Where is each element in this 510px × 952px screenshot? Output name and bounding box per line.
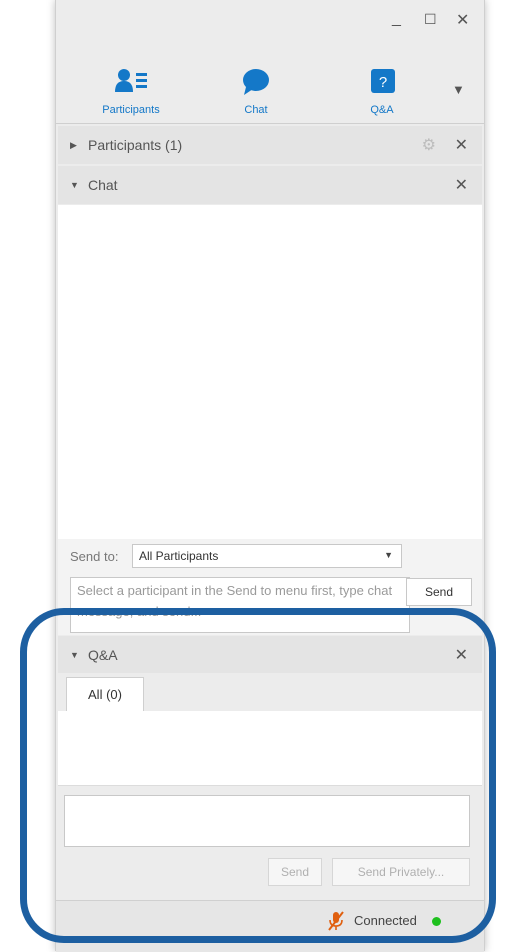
qa-tab-row: All (0) [58, 673, 482, 712]
webex-panel-window: _ ☐ ✕ Participants Chat ? Q&A ▼ ▶ Partic… [55, 0, 485, 952]
close-window-button[interactable]: ✕ [456, 10, 469, 30]
muted-microphone-icon[interactable] [328, 911, 344, 936]
send-to-label: Send to: [70, 549, 119, 564]
qa-section-title: Q&A [88, 647, 118, 663]
panel-options-dropdown-icon[interactable]: ▼ [452, 82, 465, 97]
question-icon: ? [370, 68, 396, 99]
tab-participants[interactable]: Participants [91, 60, 171, 122]
connection-status-text: Connected [354, 913, 417, 928]
status-bar: Connected [56, 900, 484, 952]
connected-status-dot [432, 917, 441, 926]
participants-icon [115, 68, 151, 99]
chat-section-header[interactable]: ▼ Chat ✕ [58, 166, 482, 204]
tab-chat[interactable]: Chat [216, 60, 296, 122]
gear-icon[interactable]: ⚙ [422, 135, 436, 155]
participants-section-header[interactable]: ▶ Participants (1) ⚙ ✕ [58, 126, 482, 164]
panel-tab-bar: Participants Chat ? Q&A ▼ [56, 60, 484, 122]
chat-send-button[interactable]: Send [406, 578, 472, 606]
maximize-button[interactable]: ☐ [424, 11, 437, 28]
qa-tab-all[interactable]: All (0) [66, 677, 144, 712]
expand-down-icon: ▼ [70, 650, 79, 660]
qa-send-button[interactable]: Send [268, 858, 322, 886]
chevron-down-icon: ▼ [384, 550, 393, 560]
minimize-button[interactable]: _ [392, 10, 401, 28]
tab-qa-label: Q&A [370, 104, 394, 116]
close-participants-icon[interactable]: ✕ [455, 135, 468, 155]
close-chat-icon[interactable]: ✕ [455, 175, 468, 195]
chat-bubble-icon [242, 68, 270, 101]
chat-message-area [58, 205, 482, 539]
chat-compose-area: Send to: All Participants ▼ Select a par… [58, 539, 482, 635]
qa-send-privately-button[interactable]: Send Privately... [332, 858, 470, 886]
svg-text:?: ? [379, 74, 387, 91]
send-to-dropdown[interactable]: All Participants ▼ [132, 544, 402, 568]
tab-qa[interactable]: ? Q&A [342, 60, 422, 122]
qa-question-list [58, 711, 482, 786]
tab-participants-label: Participants [102, 104, 160, 116]
participants-section-title: Participants (1) [88, 137, 183, 153]
chat-message-input[interactable]: Select a participant in the Send to menu… [70, 577, 410, 633]
qa-question-input[interactable] [64, 795, 470, 847]
qa-section-header[interactable]: ▼ Q&A ✕ [58, 636, 482, 674]
expand-down-icon: ▼ [70, 180, 79, 190]
close-qa-icon[interactable]: ✕ [455, 645, 468, 665]
send-to-value: All Participants [139, 549, 219, 563]
collapse-right-icon: ▶ [70, 140, 77, 150]
divider [56, 123, 484, 124]
chat-section-title: Chat [88, 177, 118, 193]
tab-chat-label: Chat [244, 104, 268, 116]
